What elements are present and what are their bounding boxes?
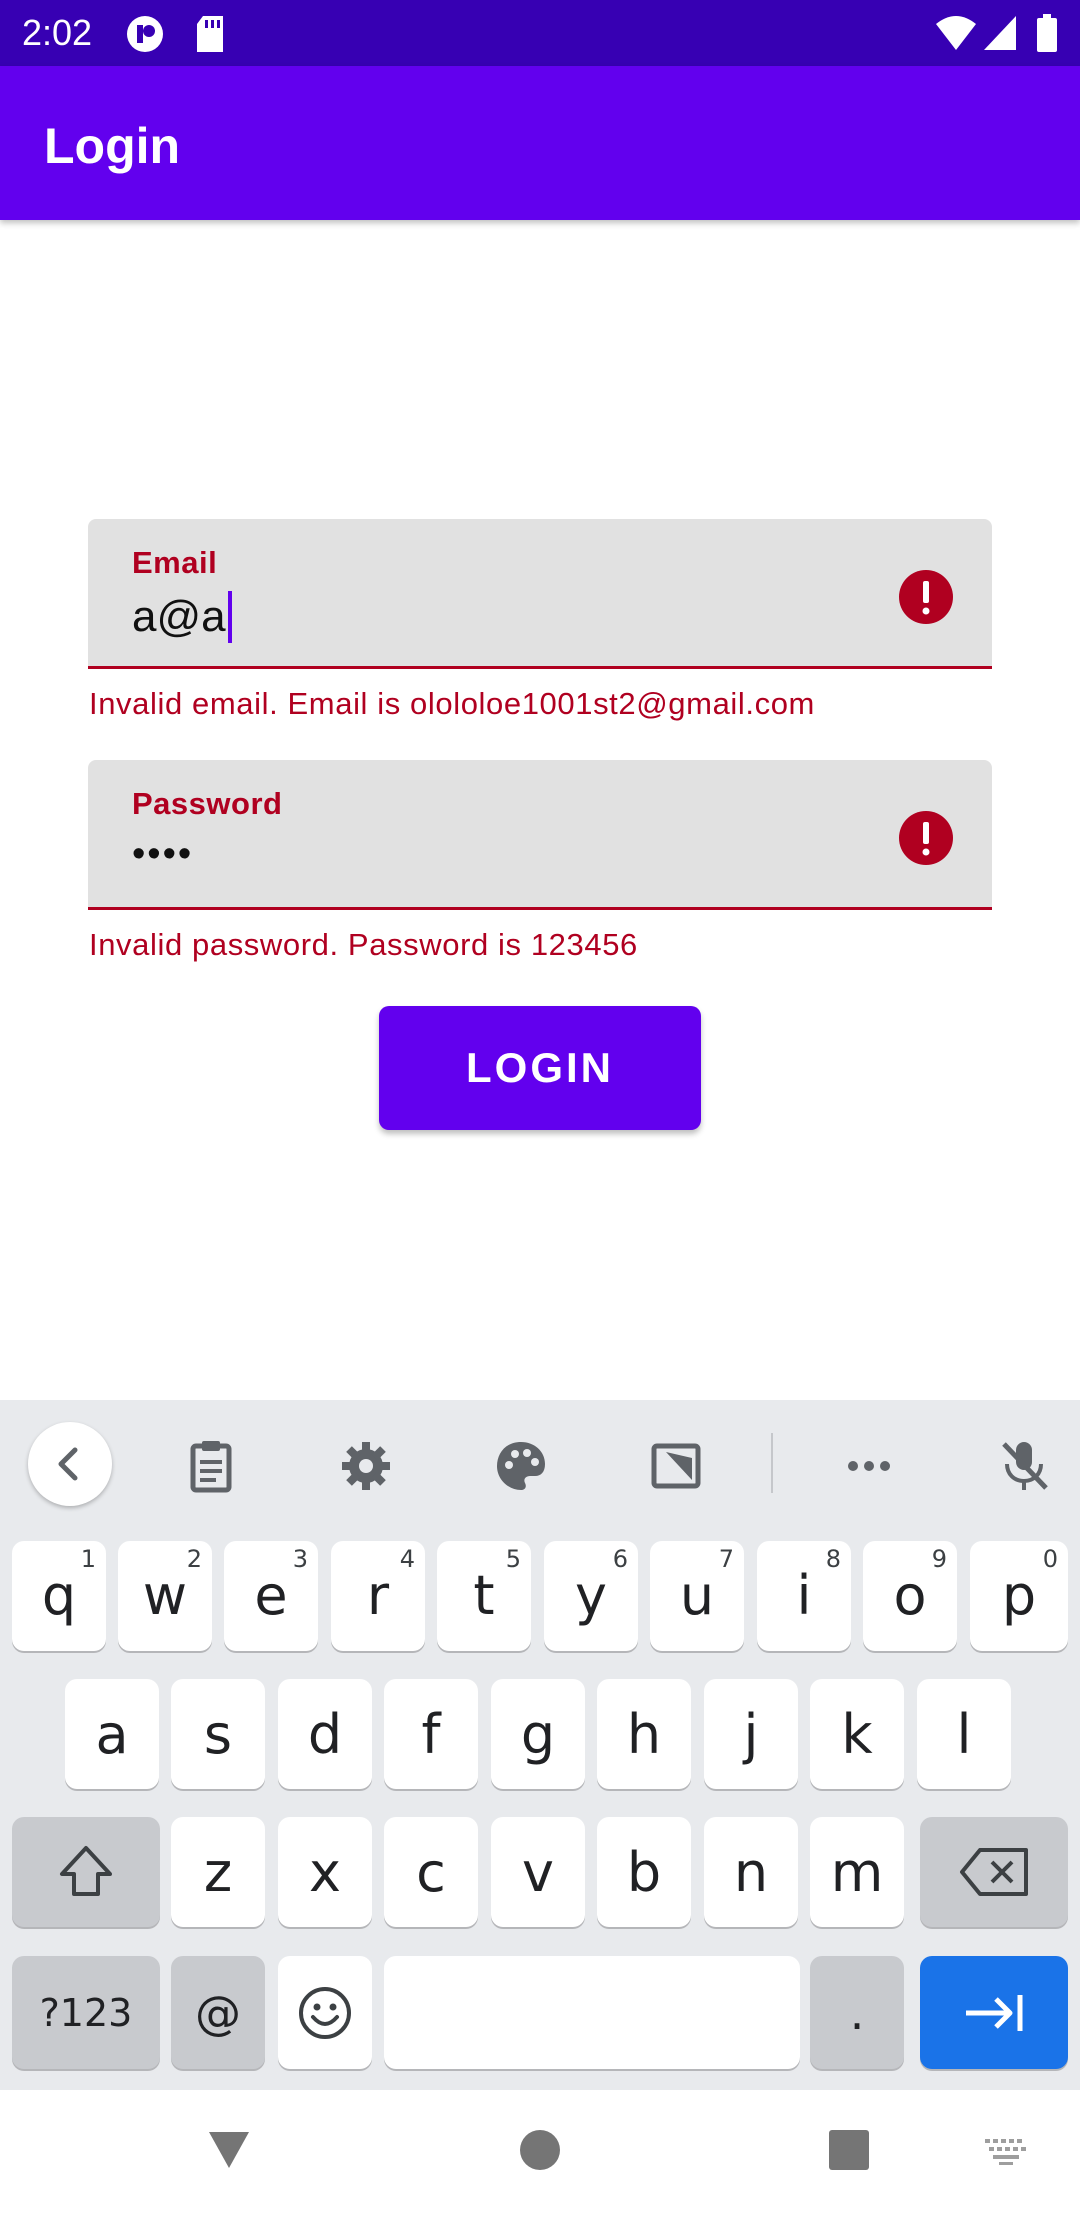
soft-keyboard: q1 w2 e3 r4 t5 y6 u7 i8 o9 p0 a s d f g …	[0, 1400, 1080, 2090]
navigation-bar	[0, 2090, 1080, 2220]
cellular-signal-icon	[984, 16, 1016, 50]
wifi-icon	[936, 16, 976, 50]
password-input[interactable]: ••••	[132, 826, 193, 882]
key-c[interactable]: c	[384, 1817, 478, 1927]
back-icon	[58, 1447, 78, 1481]
password-error-text: Invalid password. Password is 123456	[89, 927, 638, 962]
key-g[interactable]: g	[491, 1679, 585, 1789]
shift-key[interactable]	[12, 1817, 160, 1927]
one-handed-icon[interactable]	[646, 1436, 706, 1496]
key-x[interactable]: x	[278, 1817, 372, 1927]
key-b[interactable]: b	[597, 1817, 691, 1927]
backspace-icon	[960, 1848, 1028, 1896]
status-bar: 2:02	[0, 0, 1080, 66]
key-l[interactable]: l	[917, 1679, 1011, 1789]
recents-square-icon[interactable]	[829, 2130, 869, 2170]
more-icon[interactable]	[839, 1436, 899, 1496]
email-label: Email	[132, 545, 218, 580]
page-title: Login	[44, 118, 181, 174]
password-field[interactable]: Password ••••	[88, 760, 992, 910]
backspace-key[interactable]	[920, 1817, 1068, 1927]
toolbar-back-button[interactable]	[28, 1422, 112, 1506]
at-key[interactable]: @	[171, 1956, 265, 2069]
next-field-key[interactable]	[920, 1956, 1068, 2069]
key-w[interactable]: w2	[118, 1541, 212, 1651]
status-time: 2:02	[22, 12, 93, 53]
theme-palette-icon[interactable]	[491, 1436, 551, 1496]
email-field[interactable]: Email a@a	[88, 519, 992, 669]
emoji-icon	[299, 1986, 351, 2039]
mic-off-icon[interactable]	[994, 1436, 1054, 1496]
tab-arrow-icon	[966, 1994, 1023, 2031]
key-v[interactable]: v	[491, 1817, 585, 1927]
app-bar: Login	[0, 66, 1080, 220]
home-circle-icon[interactable]	[519, 2129, 561, 2171]
period-key[interactable]: .	[810, 1956, 904, 2069]
key-p[interactable]: p0	[970, 1541, 1068, 1651]
key-j[interactable]: j	[704, 1679, 798, 1789]
error-icon	[899, 811, 953, 865]
sd-card-icon	[197, 16, 223, 52]
email-input[interactable]: a@a	[132, 589, 232, 645]
email-value: a@a	[132, 592, 226, 641]
key-s[interactable]: s	[171, 1679, 265, 1789]
shift-icon	[60, 1846, 112, 1896]
keyboard-toolbar	[0, 1400, 1080, 1530]
key-y[interactable]: y6	[544, 1541, 638, 1651]
key-h[interactable]: h	[597, 1679, 691, 1789]
back-triangle-icon[interactable]	[207, 2130, 251, 2170]
error-icon	[899, 570, 953, 624]
key-o[interactable]: o9	[863, 1541, 957, 1651]
keyboard-switch-icon[interactable]	[983, 2137, 1029, 2167]
space-key[interactable]	[384, 1956, 800, 2069]
symbols-key[interactable]: ?123	[12, 1956, 160, 2069]
battery-icon	[1037, 14, 1057, 52]
emoji-key[interactable]	[278, 1956, 372, 2069]
key-n[interactable]: n	[704, 1817, 798, 1927]
key-a[interactable]: a	[65, 1679, 159, 1789]
key-r[interactable]: r4	[331, 1541, 425, 1651]
email-error-text: Invalid email. Email is olololoe1001st2@…	[89, 686, 815, 721]
key-m[interactable]: m	[810, 1817, 904, 1927]
key-t[interactable]: t5	[437, 1541, 531, 1651]
key-i[interactable]: i8	[757, 1541, 851, 1651]
settings-icon[interactable]	[336, 1436, 396, 1496]
key-z[interactable]: z	[171, 1817, 265, 1927]
notification-app-icon	[127, 16, 163, 52]
key-u[interactable]: u7	[650, 1541, 744, 1651]
key-q[interactable]: q1	[12, 1541, 106, 1651]
text-cursor	[227, 591, 232, 643]
key-f[interactable]: f	[384, 1679, 478, 1789]
toolbar-divider	[771, 1433, 773, 1493]
login-button[interactable]: LOGIN	[379, 1006, 701, 1130]
key-e[interactable]: e3	[224, 1541, 318, 1651]
key-d[interactable]: d	[278, 1679, 372, 1789]
key-k[interactable]: k	[810, 1679, 904, 1789]
password-label: Password	[132, 786, 283, 821]
clipboard-icon[interactable]	[181, 1436, 241, 1496]
